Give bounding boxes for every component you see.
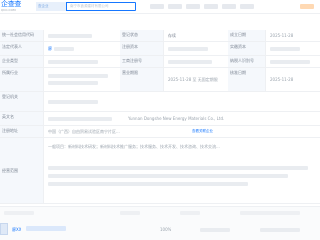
info-row-3: 企业类型 工商注册号 纳税人识别号	[0, 56, 320, 68]
search-type-button[interactable]: 查企业	[36, 2, 67, 11]
shareholder-header-3	[180, 211, 200, 215]
industry-value-2	[48, 81, 98, 85]
label-company-type: 企业类型	[0, 56, 44, 67]
label-english-name: 英文名	[0, 112, 44, 125]
credit-code-value	[48, 34, 92, 38]
shareholder-section	[0, 206, 320, 240]
shareholder-header-1	[4, 211, 34, 215]
shareholder-ratio: 100%	[160, 227, 172, 232]
english-name-blur	[48, 117, 112, 121]
label-taxpayer-id: 纳税人识别号	[228, 56, 266, 67]
label-paid-capital: 实缴资本	[228, 42, 266, 55]
label-credit-code: 统一社会信用代码	[0, 30, 44, 41]
shareholder-header-2	[120, 211, 140, 215]
company-type-value	[48, 60, 98, 64]
label-address: 注册地址	[0, 126, 44, 137]
info-row-4: 所属行业 营业期限 2025-11-28 至 无固定期限 核准日期 2025-1…	[0, 68, 320, 92]
legal-rep-value[interactable]: 廖	[48, 44, 52, 53]
top-navigation-bar: 企查查 QCC.COM 南宁市鑫源建材有限公司 查企业	[0, 0, 320, 14]
shareholder-amount	[200, 228, 230, 232]
related-companies-link[interactable]: 查看关联企业	[192, 127, 213, 136]
shareholder-tag	[26, 226, 66, 231]
term-value: 2025-11-28 至 无固定期限	[168, 77, 218, 82]
founded-value: 2025-11-28	[270, 33, 294, 38]
label-reg-capital: 注册资本	[120, 42, 164, 55]
nav-item-4[interactable]	[204, 4, 218, 9]
label-legal-rep: 法定代表人	[0, 42, 44, 55]
info-row-1: 统一社会信用代码 登记状态 存续 成立日期 2025-11-28	[0, 30, 320, 42]
nav-item-5[interactable]	[222, 4, 236, 9]
label-business-scope: 经营范围	[0, 138, 44, 203]
paid-capital-value	[270, 47, 300, 51]
shareholder-extra	[260, 228, 300, 232]
info-row-6: 英文名 Yunnan Dongshe New Energy Materials …	[0, 112, 320, 126]
label-term: 营业期限	[120, 68, 164, 91]
info-row-7: 注册地址 中国（广西）自由贸易试验区南宁片区... 查看关联企业	[0, 126, 320, 138]
shareholder-name[interactable]: 廖XX	[12, 225, 21, 234]
qcc-logo-sub: QCC.COM	[1, 8, 16, 12]
scope-blur-1	[48, 166, 308, 170]
industry-value-1	[48, 74, 108, 78]
business-scope-value: 一般项目：新材料技术研发；新材料技术推广服务；技术服务、技术开发、技术咨询、技术…	[48, 144, 220, 149]
scope-blur-3	[48, 182, 248, 186]
label-reg-authority: 登记机关	[0, 92, 44, 111]
label-reg-number: 工商注册号	[120, 56, 164, 67]
nav-item-1[interactable]	[150, 4, 164, 9]
info-row-5: 登记机关	[0, 92, 320, 112]
nav-item-6[interactable]	[240, 4, 254, 9]
taxpayer-id-value	[270, 60, 310, 64]
label-status: 登记状态	[120, 30, 164, 41]
user-avatar[interactable]	[300, 4, 314, 9]
label-approval-date: 核准日期	[228, 68, 266, 91]
info-row-2: 法定代表人 廖 注册资本 实缴资本	[0, 42, 320, 56]
reg-capital-value	[168, 47, 208, 51]
qcc-logo[interactable]: 企查查	[1, 1, 21, 8]
label-industry: 所属行业	[0, 68, 44, 91]
status-value: 存续	[168, 33, 176, 38]
shareholder-header-4	[240, 211, 300, 215]
address-value: 中国（广西）自由贸易试验区南宁片区...	[48, 129, 120, 134]
nav-item-2[interactable]	[168, 4, 182, 9]
label-founded: 成立日期	[228, 30, 266, 41]
english-name-value: Yunnan Dongshe New Energy Materials Co.,…	[128, 116, 225, 121]
approval-date-value: 2025-11-28	[270, 77, 294, 82]
nav-item-3[interactable]	[186, 4, 200, 9]
shareholder-logo	[0, 223, 8, 235]
legal-rep-blur	[54, 47, 74, 51]
reg-authority-value	[48, 100, 98, 104]
scope-blur-2	[48, 174, 288, 178]
info-row-8: 经营范围 一般项目：新材料技术研发；新材料技术推广服务；技术服务、技术开发、技术…	[0, 138, 320, 204]
reg-number-value	[168, 60, 212, 64]
